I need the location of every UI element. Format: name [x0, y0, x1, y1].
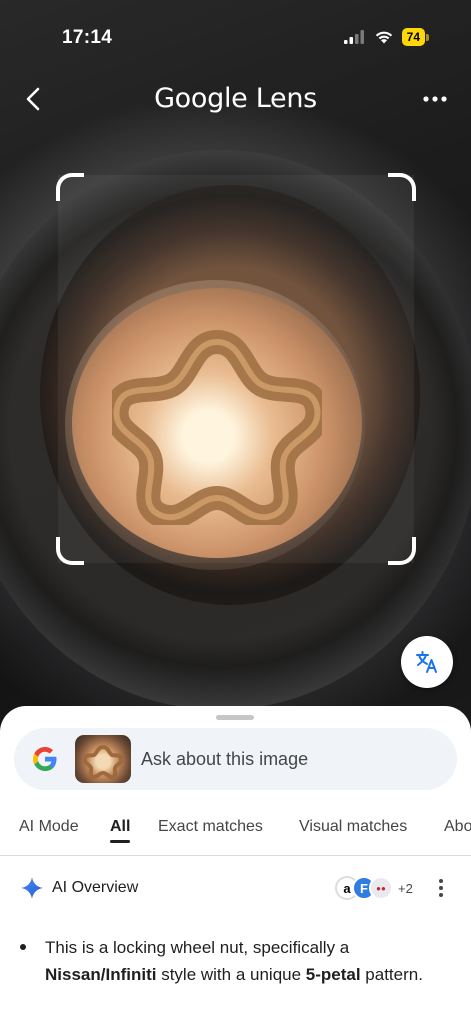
wifi-icon — [375, 31, 392, 44]
source-favicons[interactable]: a F ●● +2 — [335, 875, 413, 901]
tab-visual-matches[interactable]: Visual matches — [299, 818, 407, 836]
frame-handle-top-left[interactable] — [56, 173, 84, 201]
battery-level: 74 — [401, 28, 425, 46]
more-sources-count: +2 — [398, 880, 413, 896]
ai-overview-header: AI Overview a F ●● +2 — [0, 868, 471, 908]
results-sheet: Ask about this image AI Mode All Exact m… — [0, 706, 471, 1024]
translate-button[interactable] — [401, 636, 453, 688]
thumbnail-petal-shape — [82, 744, 124, 780]
frame-handle-bottom-left[interactable] — [56, 537, 84, 565]
search-placeholder: Ask about this image — [141, 749, 309, 769]
results-tabs: AI Mode All Exact matches Visual matches… — [0, 806, 471, 856]
lens-header: Google Lens — [0, 75, 471, 125]
more-vertical-icon[interactable] — [431, 877, 451, 899]
ask-image-search-box[interactable]: Ask about this image — [14, 728, 457, 790]
status-icons: 74 — [343, 28, 429, 46]
selection-frame[interactable] — [56, 173, 416, 565]
tab-all[interactable]: All — [110, 818, 130, 836]
status-time: 17:14 — [62, 27, 113, 48]
signal-icon — [343, 30, 364, 44]
bullet-text: This is a locking wheel nut, specificall… — [45, 934, 440, 988]
status-bar: 17:14 74 — [0, 0, 471, 70]
source-icon-red: ●● — [369, 876, 393, 900]
bullet-bold-pattern: 5-petal — [305, 965, 361, 984]
ai-overview-label: AI Overview — [52, 879, 139, 896]
google-g-icon — [33, 747, 57, 771]
page-title: Google Lens — [154, 83, 317, 114]
frame-handle-top-right[interactable] — [388, 173, 416, 201]
ai-overview-bullet: This is a locking wheel nut, specificall… — [20, 934, 440, 988]
battery-cap — [426, 33, 429, 41]
bullet-text-part: pattern. — [360, 965, 423, 984]
translate-icon — [416, 651, 437, 673]
tab-about[interactable]: Abo — [444, 818, 471, 836]
bullet-dot — [20, 944, 26, 950]
tab-exact-matches[interactable]: Exact matches — [158, 818, 263, 836]
bullet-bold-brand: Nissan/Infiniti — [45, 965, 157, 984]
bullet-text-part: This is a locking wheel nut, specificall… — [45, 938, 350, 957]
active-tab-indicator — [110, 840, 130, 843]
tab-ai-mode[interactable]: AI Mode — [19, 818, 79, 836]
more-horizontal-icon[interactable] — [417, 81, 453, 117]
ai-spark-icon — [21, 877, 43, 899]
bullet-text-part: style with a unique — [156, 965, 306, 984]
query-image-thumbnail[interactable] — [75, 735, 131, 783]
frame-handle-bottom-right[interactable] — [388, 537, 416, 565]
sheet-drag-handle[interactable] — [216, 715, 254, 720]
